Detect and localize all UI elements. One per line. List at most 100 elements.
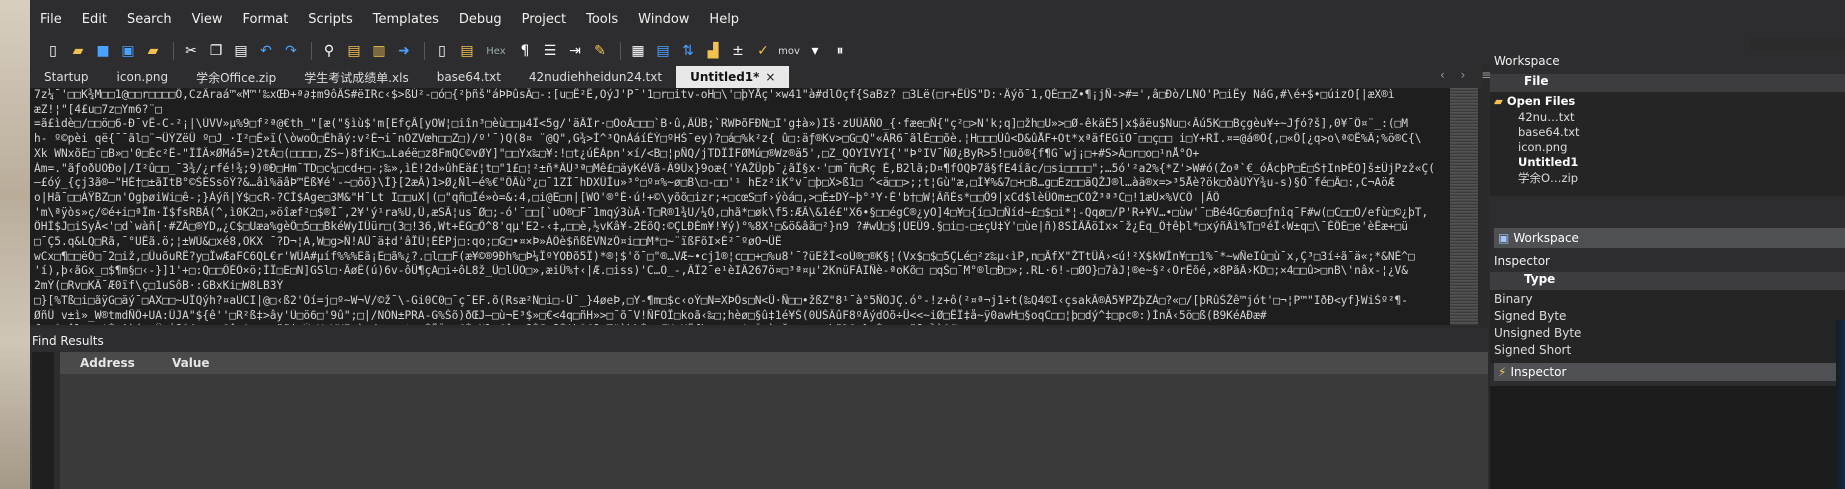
table-icon[interactable]: ▤: [652, 41, 674, 61]
chevron-down-icon[interactable]: ▾: [804, 41, 826, 61]
file-column-header[interactable]: File: [1490, 74, 1845, 92]
editor-line[interactable]: □}[%Tß□i□ãÿG□äý¯□AX□□~UÏQýh?¤aÙCI|@□‹ß2'…: [30, 294, 1450, 309]
editor-line[interactable]: —£óý_{çj3ã®—"HÉ†□±ãItB°©ŠÉSsöÝ?&…âì%äâÞ™…: [30, 176, 1450, 191]
toolbar-divider: [620, 42, 621, 60]
list-icon[interactable]: ☰: [539, 41, 561, 61]
editor-line[interactable]: h- º©pèi që{¯¯ãl□¨¬ÜÝZëÜ º□J_·I²□É»ï(\òw…: [30, 132, 1450, 147]
cut-icon[interactable]: ✂: [180, 41, 202, 61]
type-unsigned-byte[interactable]: Unsigned Byte: [1494, 326, 1581, 340]
inspector-button-label: Inspector: [1510, 365, 1567, 379]
search-icon[interactable]: ⚲: [318, 41, 340, 61]
editor-line[interactable]: 7z¼¯'□□K¾M□□1@□□r□□□□Ô,CzÄraá™«M™'‰xŒÐ+ª…: [30, 88, 1450, 103]
tab-2[interactable]: 学余Office.zip: [182, 66, 290, 88]
tab-navigation[interactable]: ‹ › ≡: [1440, 68, 1497, 82]
tab-0[interactable]: Startup: [30, 66, 103, 88]
copy-icon[interactable]: ❐: [205, 41, 227, 61]
workspace-icon: ▣: [1498, 231, 1510, 245]
find-results-grid[interactable]: Address Value: [60, 352, 1488, 489]
tree-item-42nu[interactable]: 42nu…txt: [1518, 110, 1575, 124]
tab-6[interactable]: Untitled1* ×: [676, 66, 790, 88]
sort-icon[interactable]: ⇅: [677, 41, 699, 61]
pause-icon[interactable]: ⏸: [829, 41, 851, 61]
editor-line[interactable]: Xk WNxõE□¯□B»□'0□Éc²Ë-"ÏÌÂ×ØMá5=)2tÃ□(□□…: [30, 147, 1450, 162]
inspector-title: Inspector: [1494, 254, 1550, 268]
tab-5[interactable]: 42nudiehheidun24.txt: [515, 66, 676, 88]
menu-view[interactable]: View: [182, 12, 233, 27]
menu-templates[interactable]: Templates: [363, 12, 449, 27]
editor-line[interactable]: □¯Ç5.q&LQ□Rã,¯°UËã.ö;¦±WÙ&□xé8,ÕKX ¯?D¬¦…: [30, 235, 1450, 250]
desktop-background: [0, 0, 30, 489]
menu-tools[interactable]: Tools: [576, 12, 628, 27]
menu-search[interactable]: Search: [117, 12, 182, 27]
type-signed-short[interactable]: Signed Short: [1494, 343, 1571, 357]
tab-1[interactable]: icon.png: [103, 66, 183, 88]
copy-files-icon[interactable]: ▰: [142, 41, 164, 61]
minimap[interactable]: [1450, 88, 1478, 325]
menu-file[interactable]: File: [30, 12, 72, 27]
editor-line[interactable]: ÖHÌ$J□iSyÂ<'□d`wàñ[·#ZÄ□®YD„¿C$□Uæa%gèÖ□…: [30, 220, 1450, 235]
type-binary[interactable]: Binary: [1494, 292, 1533, 306]
chart-icon[interactable]: ▟: [702, 41, 724, 61]
editor-line[interactable]: 'í),þ‹ãGx_□$¶m§□‹-}]1'+□:Q□□ÖÉÔ×ö;ÌÏ□E□N…: [30, 264, 1450, 279]
tree-item-office-zip[interactable]: 学余O…zip: [1518, 170, 1578, 186]
tree-item-base64[interactable]: base64.txt: [1518, 125, 1580, 139]
tab-label: Untitled1*: [690, 70, 760, 84]
calculator-icon[interactable]: ▦: [627, 41, 649, 61]
open-files-node[interactable]: ▰ Open Files: [1494, 94, 1575, 108]
vertical-scrollbar[interactable]: [1478, 88, 1488, 325]
editor-line[interactable]: ØñÛ v±ì»_W®tmdÑÔ+UA:ÛJA"${ê''□R²ß‡>ây'Ù□…: [30, 309, 1450, 324]
file-tree: ▰ Open Files 42nu…txt base64.txt icon.pn…: [1490, 92, 1845, 196]
save-icon[interactable]: ■: [92, 41, 114, 61]
type-signed-byte[interactable]: Signed Byte: [1494, 309, 1566, 323]
inspector-tab-button[interactable]: ⚡ Inspector: [1494, 363, 1845, 381]
menu-help[interactable]: Help: [699, 12, 749, 27]
column-header-value[interactable]: Value: [172, 356, 252, 370]
tab-3[interactable]: 学生考试成绩单.xls: [290, 66, 423, 88]
editor-line[interactable]: o|Hã¯□□ÀŸBZ□n'ÕgþøiWi□ê-;}Áýñ|Ý$□cR-?CÌ$…: [30, 191, 1450, 206]
find-results-title: Find Results: [32, 334, 104, 348]
redo-icon[interactable]: ↷: [280, 41, 302, 61]
editor-line[interactable]: wCx□¶□□ëÔ□¯2□iž,□ÛuõuRÊ?y□ÎwÆaFC6QL€r'WÛ…: [30, 250, 1450, 265]
editor-line[interactable]: f~%Õ¤êl□¦¿'É-^ìí+çÜ@À¯Õ(²□□x8ô□Aø-□¤äãi¹…: [30, 323, 1450, 325]
pilcrow-icon[interactable]: ¶: [514, 41, 536, 61]
indent-icon[interactable]: ⇥: [564, 41, 586, 61]
mov-label[interactable]: mov: [777, 41, 801, 61]
tab-label: icon.png: [116, 70, 169, 84]
type-column-header[interactable]: Type: [1490, 272, 1845, 290]
menu-debug[interactable]: Debug: [449, 12, 512, 27]
editor-line[interactable]: 2mÝ(□Rv□KÂ¯Æ0ïf\ç□1uSôB·:GBxKi□W8LB3Ý: [30, 279, 1450, 294]
open-folder-icon[interactable]: ▰: [67, 41, 89, 61]
tab-4[interactable]: base64.txt: [423, 66, 515, 88]
column-header-address[interactable]: Address: [80, 356, 172, 370]
go-to-icon[interactable]: ➜: [393, 41, 415, 61]
undo-icon[interactable]: ↶: [255, 41, 277, 61]
find-in-files-icon[interactable]: ▥: [368, 41, 390, 61]
new-file-icon[interactable]: ▯: [42, 41, 64, 61]
editor-line[interactable]: æZ!¦"[4£u□7z□Ym6?¨□: [30, 103, 1450, 118]
workspace-tab-button[interactable]: ▣ Workspace: [1494, 228, 1845, 248]
bookmark-icon[interactable]: ▯: [431, 41, 453, 61]
menu-project[interactable]: Project: [512, 12, 576, 27]
close-icon[interactable]: ×: [765, 70, 775, 84]
save-all-icon[interactable]: ▣: [117, 41, 139, 61]
find-file-icon[interactable]: ▤: [343, 41, 365, 61]
menu-format[interactable]: Format: [232, 12, 298, 27]
highlight-icon[interactable]: ✎: [589, 41, 611, 61]
checklist-icon[interactable]: ✓: [752, 41, 774, 61]
right-sidebar: Workspace File ▰ Open Files 42nu…txt bas…: [1490, 52, 1845, 489]
editor-line[interactable]: Ám=."ãƒoðUÕÐo|/I²û□□_¯3¾/¿rfé!¾;9)®Ð□Hm¯…: [30, 162, 1450, 177]
menu-scripts[interactable]: Scripts: [298, 12, 362, 27]
tree-item-untitled1[interactable]: Untitled1: [1518, 155, 1578, 169]
editor-line[interactable]: 'm\ªÿòs»ç/©é+i□ªÎm·Ï$fsRBÂ(^,ì0K2□,»öîæf…: [30, 206, 1450, 221]
menu-window[interactable]: Window: [628, 12, 699, 27]
text-editor[interactable]: 7z¼¯'□□K¾M□□1@□□r□□□□Ô,CzÄraá™«M™'‰xŒÐ+ª…: [30, 88, 1450, 325]
plus-minus-icon[interactable]: ±: [727, 41, 749, 61]
paste-icon[interactable]: ▤: [230, 41, 252, 61]
find-results-header: Address Value: [60, 352, 1488, 374]
hex-toggle[interactable]: Hex: [481, 41, 511, 61]
tree-item-icon[interactable]: icon.png: [1518, 140, 1567, 154]
editor-line[interactable]: =ã£ìdè□/□□ö□6-Ð¯vÊ-C-²¡|\ÙVV»µ%9□f²ª@€th…: [30, 117, 1450, 132]
menu-edit[interactable]: Edit: [72, 12, 117, 27]
bookmark-list-icon[interactable]: ▤: [456, 41, 478, 61]
workspace-button-label: Workspace: [1513, 231, 1579, 245]
